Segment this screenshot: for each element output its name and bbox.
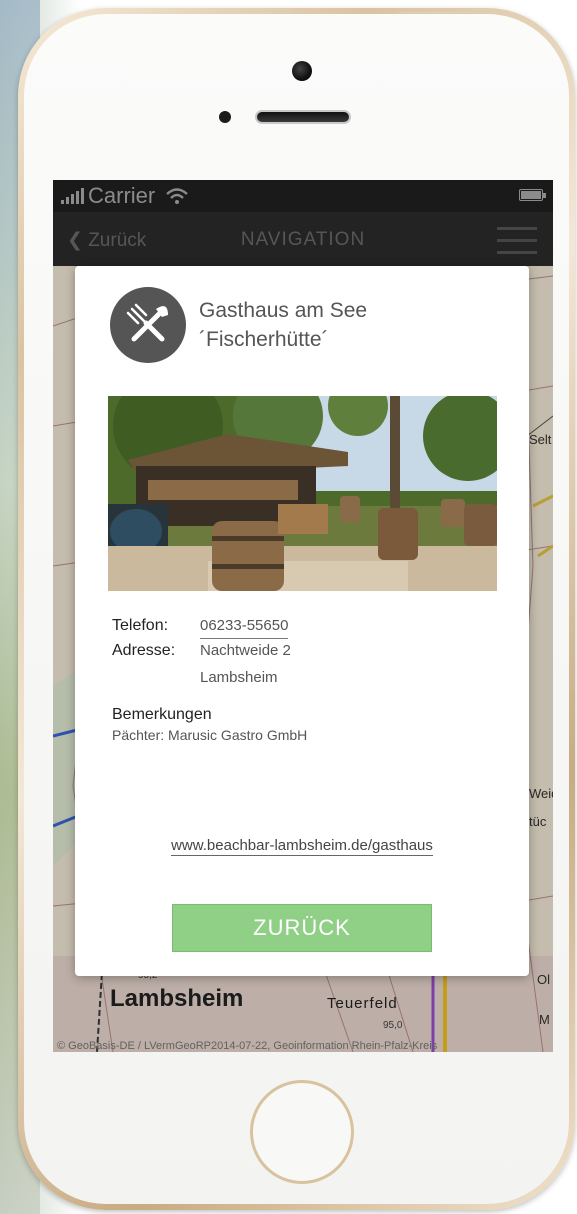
phone-link[interactable]: 06233-55650 (200, 614, 289, 639)
home-button[interactable] (250, 1080, 354, 1184)
poi-info: Telefon: 06233-55650 Adresse: Nachtweide… (112, 614, 291, 689)
remarks-text: Pächter: Marusic Gastro GmbH (112, 727, 308, 743)
website-link-label: www.beachbar-lambsheim.de/gasthaus (171, 837, 433, 856)
proximity-sensor (219, 111, 231, 123)
earpiece-speaker (255, 110, 351, 124)
remarks-title: Bemerkungen (112, 706, 212, 723)
poi-title-line2: ´Fischerhütte´ (199, 328, 329, 351)
poi-title-line1: Gasthaus am See (199, 299, 368, 322)
address-spacer (112, 662, 200, 689)
remarks-section: Bemerkungen Pächter: Marusic Gastro GmbH (112, 706, 307, 743)
website-link[interactable]: www.beachbar-lambsheim.de/gasthaus (75, 837, 529, 856)
poi-photo (108, 396, 497, 591)
front-camera (292, 61, 312, 81)
zurueck-button[interactable]: ZURÜCK (172, 904, 432, 952)
poi-title: Gasthaus am See ´Fischerhütte´ (199, 296, 367, 354)
address-label: Adresse: (112, 642, 176, 659)
address-line1: Nachtweide 2 (200, 642, 291, 659)
address-row: Adresse: Nachtweide 2 (112, 639, 291, 662)
address-line2: Lambsheim (200, 669, 278, 686)
phone-label: Telefon: (112, 617, 169, 634)
fork-knife-icon (110, 287, 186, 363)
poi-detail-dialog: Gasthaus am See ´Fischerhütte´ Telefon: … (75, 266, 529, 976)
address-row-2: Lambsheim (112, 662, 291, 689)
screen: Lambsheim Teuerfeld 95,2 95,0 Selt Weid … (53, 180, 553, 1052)
phone-row: Telefon: 06233-55650 (112, 614, 291, 639)
